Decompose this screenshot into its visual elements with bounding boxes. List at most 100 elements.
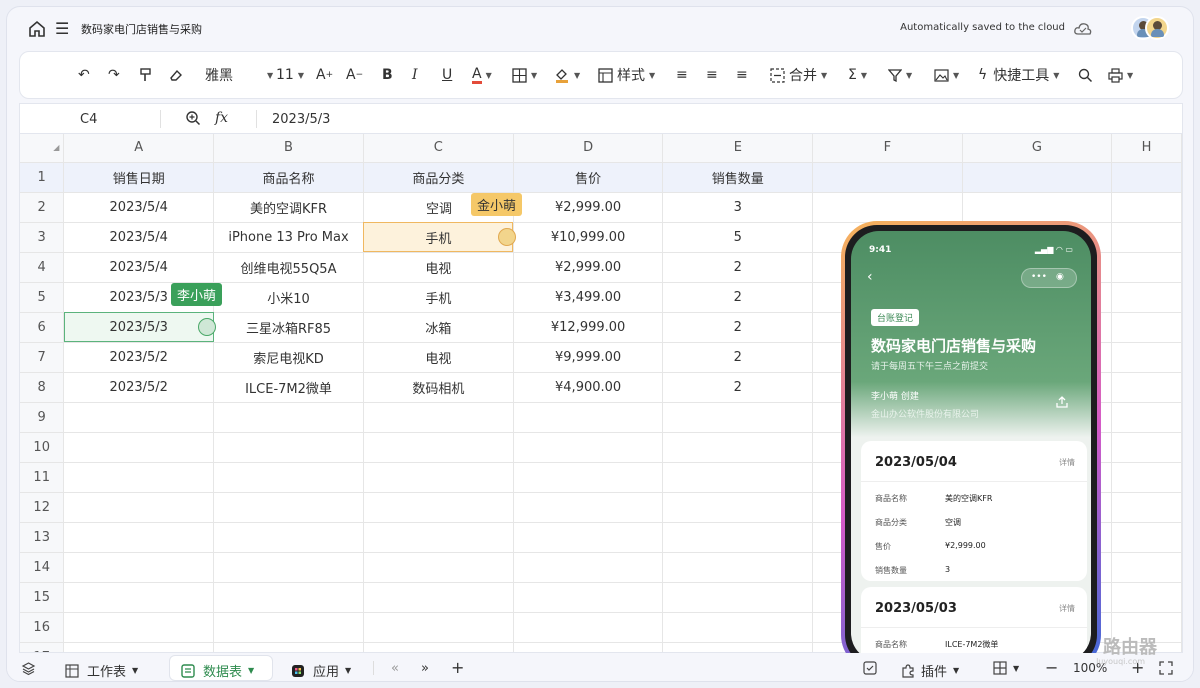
cell[interactable] (1111, 312, 1182, 343)
cell[interactable] (962, 192, 1113, 223)
align-left-icon[interactable]: ≡ (676, 65, 688, 85)
cell[interactable] (213, 522, 364, 553)
cell[interactable] (363, 612, 514, 643)
cell[interactable] (662, 552, 814, 583)
cell[interactable] (1111, 552, 1182, 583)
cell[interactable] (662, 522, 814, 553)
cell[interactable] (63, 402, 215, 433)
column-header[interactable]: A (63, 134, 215, 163)
italic-icon[interactable]: I (412, 65, 418, 85)
cell[interactable] (1111, 492, 1182, 523)
cell[interactable] (63, 642, 215, 652)
first-sheet-icon[interactable]: « (391, 661, 399, 676)
cell[interactable]: iPhone 13 Pro Max (213, 222, 364, 253)
cell[interactable] (513, 462, 664, 493)
row-number[interactable]: 10 (20, 432, 65, 463)
row-number[interactable]: 9 (20, 402, 65, 433)
row-number[interactable]: 16 (20, 612, 65, 643)
cell[interactable]: 2023/5/2 (63, 342, 215, 373)
row-number[interactable]: 11 (20, 462, 65, 493)
search-icon[interactable] (1078, 65, 1093, 85)
cell[interactable] (662, 462, 814, 493)
cell[interactable] (363, 642, 514, 652)
home-icon[interactable] (27, 19, 47, 39)
document-title[interactable]: 数码家电门店销售与采购 (81, 21, 202, 37)
cell[interactable]: 电视 (363, 342, 514, 373)
undo-icon[interactable]: ↶ (78, 65, 90, 85)
underline-icon[interactable]: U (442, 65, 452, 85)
cell[interactable] (213, 582, 364, 613)
header-cell[interactable]: 商品名称 (213, 162, 364, 193)
cell[interactable] (812, 162, 963, 193)
cell[interactable] (1111, 282, 1182, 313)
record-card[interactable]: 2023/05/03 详情 商品名称 ILCE-7M2微单 (861, 587, 1087, 661)
cell[interactable]: ¥9,999.00 (513, 342, 664, 373)
cell[interactable]: ILCE-7M2微单 (213, 372, 364, 403)
cell[interactable] (363, 522, 514, 553)
cell[interactable]: 2 (662, 252, 814, 283)
image-button[interactable]: ▼ (934, 65, 959, 85)
cell[interactable] (513, 642, 664, 652)
cell[interactable]: 创维电视55Q5A (213, 252, 364, 283)
fill-color-button[interactable]: ▼ (554, 65, 580, 85)
filter-button[interactable]: ▼ (888, 65, 912, 85)
border-button[interactable]: ▼ (512, 65, 537, 85)
bold-icon[interactable]: B (382, 65, 393, 85)
cell[interactable] (662, 612, 814, 643)
cell[interactable]: 2023/5/4 (63, 252, 215, 283)
sum-button[interactable]: Σ ▼ (848, 65, 867, 85)
cell[interactable] (213, 552, 364, 583)
cell[interactable] (363, 432, 514, 463)
format-painter-icon[interactable] (138, 65, 154, 85)
column-header[interactable]: F (812, 134, 963, 163)
cell[interactable] (213, 612, 364, 643)
cell[interactable] (812, 192, 963, 223)
row-number[interactable]: 7 (20, 342, 65, 373)
cell[interactable] (1111, 432, 1182, 463)
font-size-select[interactable]: 11 ▼ (276, 65, 304, 85)
active-cell[interactable]: 手机 (363, 222, 514, 253)
cell[interactable]: ¥12,999.00 (513, 312, 664, 343)
merge-button[interactable]: 合并 ▼ (770, 65, 827, 85)
font-color-button[interactable]: A ▼ (472, 65, 492, 85)
cell[interactable]: 小米10 (213, 282, 364, 313)
more-icon[interactable]: ••• (1031, 272, 1047, 282)
align-center-icon[interactable]: ≡ (706, 65, 718, 85)
column-header[interactable]: D (513, 134, 664, 163)
cell[interactable]: 三星冰箱RF85 (213, 312, 364, 343)
cell[interactable] (213, 432, 364, 463)
cell[interactable] (1111, 402, 1182, 433)
cell[interactable] (662, 642, 814, 652)
record-card[interactable]: 2023/05/04 详情 商品名称 美的空调KFR 商品分类 空调 售价 ¥2… (861, 441, 1087, 581)
cell[interactable] (662, 582, 814, 613)
increase-font-icon[interactable]: A + (316, 65, 333, 85)
cell-reference[interactable]: C4 (80, 112, 97, 127)
fx-icon[interactable]: fx (215, 110, 228, 126)
cell[interactable]: 3 (662, 192, 814, 223)
select-all-corner[interactable]: ◢ (20, 134, 65, 163)
cell[interactable] (513, 492, 664, 523)
decrease-font-icon[interactable]: A − (346, 65, 363, 85)
quick-tools-button[interactable]: ϟ 快捷工具 ▼ (978, 65, 1059, 85)
font-family-select[interactable]: 雅黑 ▼ (205, 65, 273, 85)
column-header[interactable]: C (363, 134, 514, 163)
avatar[interactable] (1145, 16, 1169, 40)
cell[interactable] (662, 432, 814, 463)
cell[interactable] (1111, 342, 1182, 373)
row-number[interactable]: 1 (20, 162, 65, 193)
cell[interactable]: 2023/5/2 (63, 372, 215, 403)
cell[interactable] (63, 522, 215, 553)
redo-icon[interactable]: ↷ (108, 65, 120, 85)
cell[interactable]: 2 (662, 372, 814, 403)
cell[interactable]: 冰箱 (363, 312, 514, 343)
cell[interactable]: 2023/5/4 (63, 192, 215, 223)
cell[interactable]: ¥2,999.00 (513, 252, 664, 283)
style-button[interactable]: 样式 ▼ (598, 65, 655, 85)
collaborator-selected-cell[interactable]: 2023/5/3 (63, 312, 215, 343)
fullscreen-icon[interactable] (1159, 661, 1173, 675)
share-icon[interactable] (1055, 395, 1069, 409)
cell[interactable]: 美的空调KFR (213, 192, 364, 223)
tab-datasheet[interactable]: 数据表 ▼ (181, 661, 254, 680)
row-number[interactable]: 12 (20, 492, 65, 523)
print-button[interactable]: ▼ (1108, 65, 1133, 85)
